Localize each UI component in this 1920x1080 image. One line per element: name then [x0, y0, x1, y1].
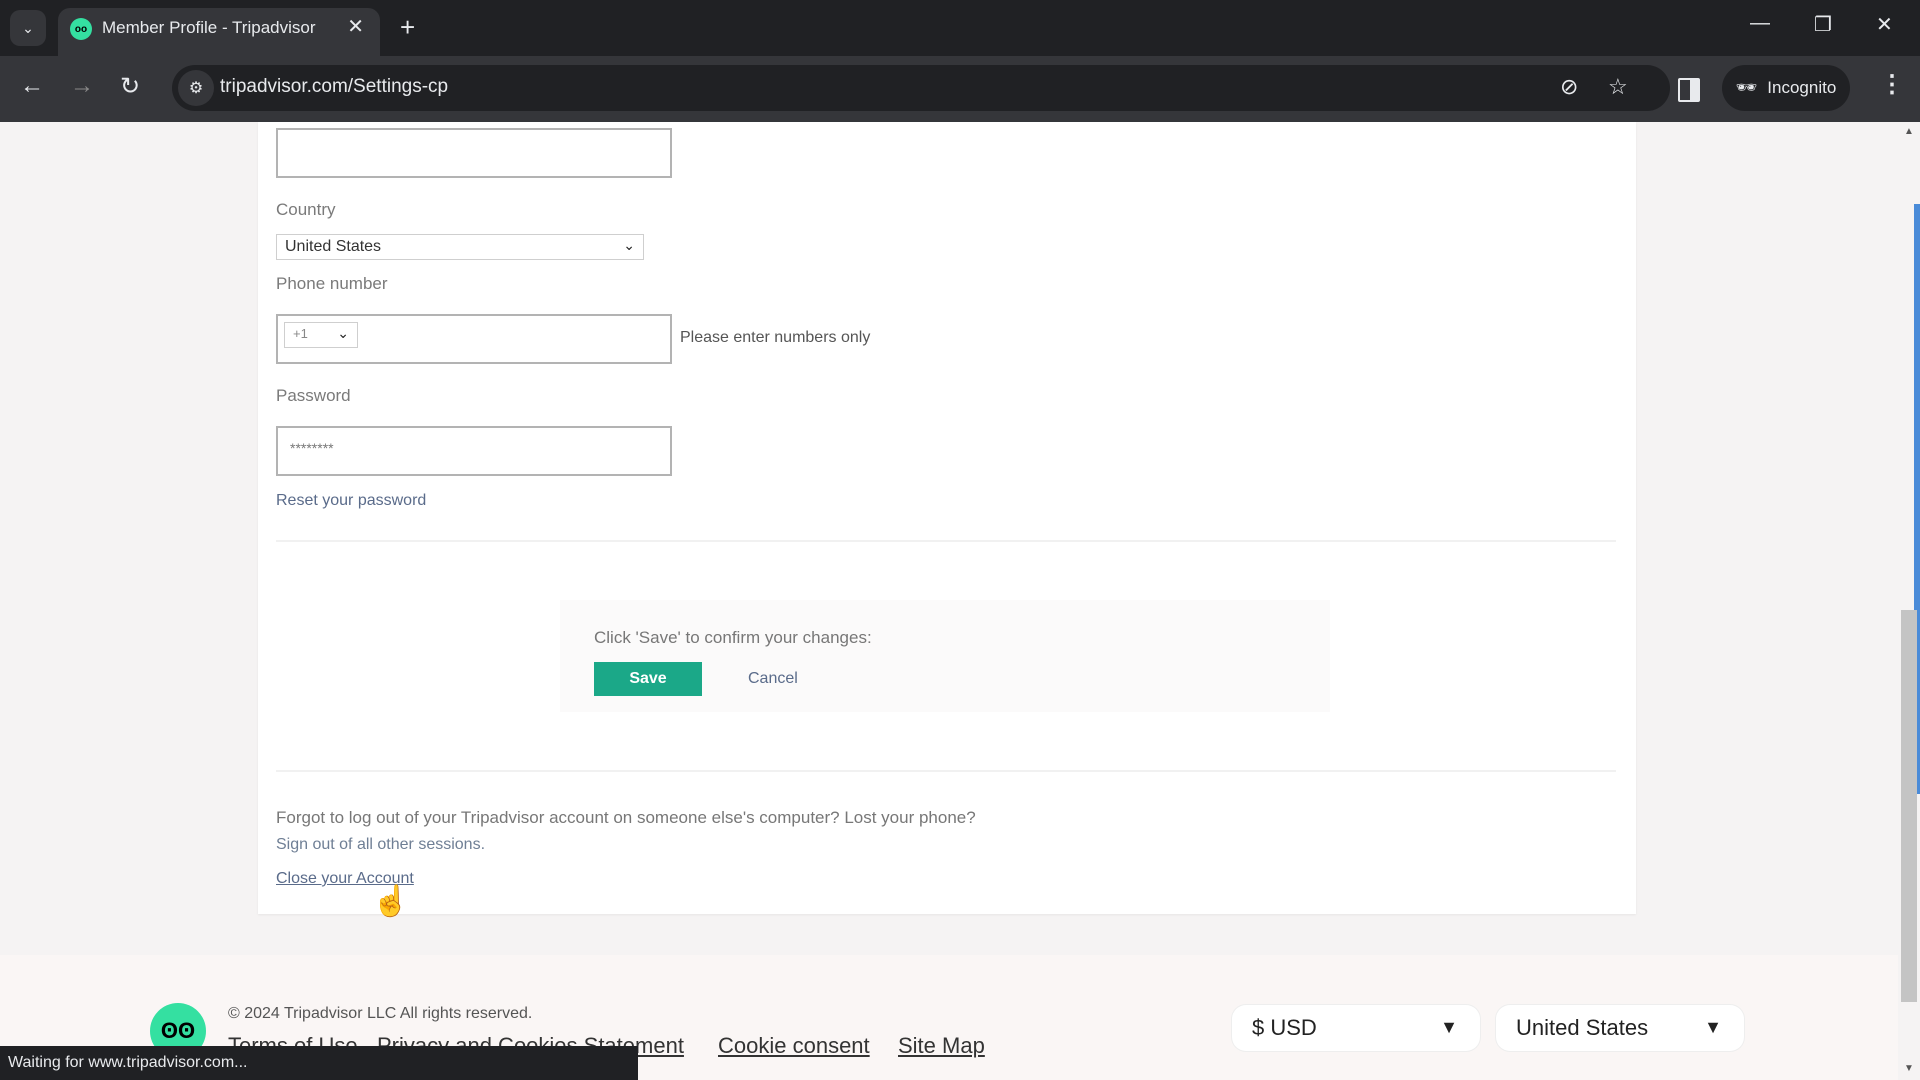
- reload-icon[interactable]: ↻: [120, 72, 140, 101]
- browser-toolbar: ← → ↻ ⚙ tripadvisor.com/Settings-cp ⊘ ☆ …: [0, 56, 1920, 122]
- new-tab-button[interactable]: +: [400, 12, 415, 43]
- divider: [276, 770, 1616, 772]
- scroll-up-arrow-icon[interactable]: ▲: [1904, 126, 1914, 137]
- status-text: Waiting for www.tripadvisor.com...: [8, 1054, 248, 1071]
- footer-link-site-map[interactable]: Site Map: [898, 1033, 985, 1059]
- chevron-down-icon: ⌄: [22, 19, 34, 36]
- site-info-icon[interactable]: ⚙: [178, 70, 214, 106]
- hand-cursor-icon: ☝: [372, 885, 410, 918]
- incognito-label: Incognito: [1767, 78, 1837, 97]
- page-content: Country United States ⌄ Phone number +1 …: [0, 122, 1920, 1080]
- eye-off-icon[interactable]: ⊘: [1560, 74, 1578, 100]
- status-bubble: Waiting for www.tripadvisor.com...: [0, 1046, 638, 1080]
- country-label: Country: [276, 200, 336, 219]
- close-window-icon[interactable]: ✕: [1876, 12, 1893, 37]
- chevron-down-icon: ⌄: [337, 325, 349, 341]
- caret-down-icon: ▼: [1704, 1017, 1722, 1037]
- minimize-icon[interactable]: —: [1750, 12, 1770, 35]
- divider: [276, 540, 1616, 542]
- restore-icon[interactable]: ❐: [1814, 12, 1832, 37]
- url-text[interactable]: tripadvisor.com/Settings-cp: [220, 76, 448, 98]
- currency-value: $ USD: [1252, 1015, 1317, 1040]
- sessions-text: Forgot to log out of your Tripadvisor ac…: [276, 808, 976, 827]
- caret-down-icon: ▼: [1440, 1017, 1458, 1037]
- tab-search-button[interactable]: ⌄: [10, 10, 46, 46]
- settings-card: Country United States ⌄ Phone number +1 …: [258, 122, 1636, 914]
- country-value: United States: [285, 238, 382, 255]
- incognito-badge[interactable]: 🕶 Incognito: [1722, 65, 1850, 111]
- save-confirmation-box: Click 'Save' to confirm your changes: Sa…: [560, 600, 1330, 712]
- region-value: United States: [1516, 1015, 1649, 1040]
- cancel-button[interactable]: Cancel: [748, 670, 798, 688]
- footer-link-cookie-consent[interactable]: Cookie consent: [718, 1033, 870, 1059]
- phone-label: Phone number: [276, 274, 388, 293]
- currency-select[interactable]: $ USD ▼: [1232, 1005, 1480, 1051]
- region-select[interactable]: United States ▼: [1496, 1005, 1744, 1051]
- copyright-text: © 2024 Tripadvisor LLC All rights reserv…: [228, 1005, 533, 1022]
- phone-hint: Please enter numbers only: [680, 329, 871, 346]
- sign-out-sessions-link[interactable]: Sign out of all other sessions.: [276, 836, 485, 854]
- phone-code-select[interactable]: +1 ⌄: [284, 322, 358, 348]
- password-input[interactable]: ********: [276, 426, 672, 476]
- reset-password-link[interactable]: Reset your password: [276, 492, 426, 510]
- phone-input[interactable]: +1 ⌄: [276, 314, 672, 364]
- save-button[interactable]: Save: [594, 662, 702, 696]
- tab-title: Member Profile - Tripadvisor: [102, 18, 316, 37]
- top-text-field[interactable]: [276, 128, 672, 178]
- forward-icon[interactable]: →: [70, 72, 94, 100]
- star-icon[interactable]: ☆: [1608, 74, 1628, 100]
- scrollbar-thumb[interactable]: [1901, 610, 1917, 1002]
- browser-menu-icon[interactable]: ⋮: [1880, 70, 1904, 99]
- close-tab-icon[interactable]: ✕: [347, 14, 364, 39]
- incognito-icon: 🕶: [1735, 78, 1758, 97]
- phone-code-value: +1: [293, 326, 308, 341]
- page-scrollbar[interactable]: ▲ ▼: [1898, 122, 1920, 1080]
- tripadvisor-favicon-icon: oo: [70, 18, 92, 40]
- address-bar[interactable]: ⚙ tripadvisor.com/Settings-cp ⊘ ☆: [172, 65, 1670, 111]
- back-icon[interactable]: ←: [20, 72, 44, 100]
- scroll-down-arrow-icon[interactable]: ▼: [1904, 1063, 1914, 1074]
- password-label: Password: [276, 386, 351, 405]
- country-select[interactable]: United States ⌄: [276, 234, 644, 260]
- chevron-down-icon: ⌄: [623, 237, 635, 253]
- browser-titlebar: ⌄ oo Member Profile - Tripadvisor ✕ + — …: [0, 0, 1920, 56]
- password-value: ********: [290, 440, 334, 456]
- tab-member-profile[interactable]: oo Member Profile - Tripadvisor ✕: [58, 8, 380, 56]
- side-panel-icon[interactable]: [1678, 78, 1700, 102]
- save-prompt: Click 'Save' to confirm your changes:: [594, 628, 872, 647]
